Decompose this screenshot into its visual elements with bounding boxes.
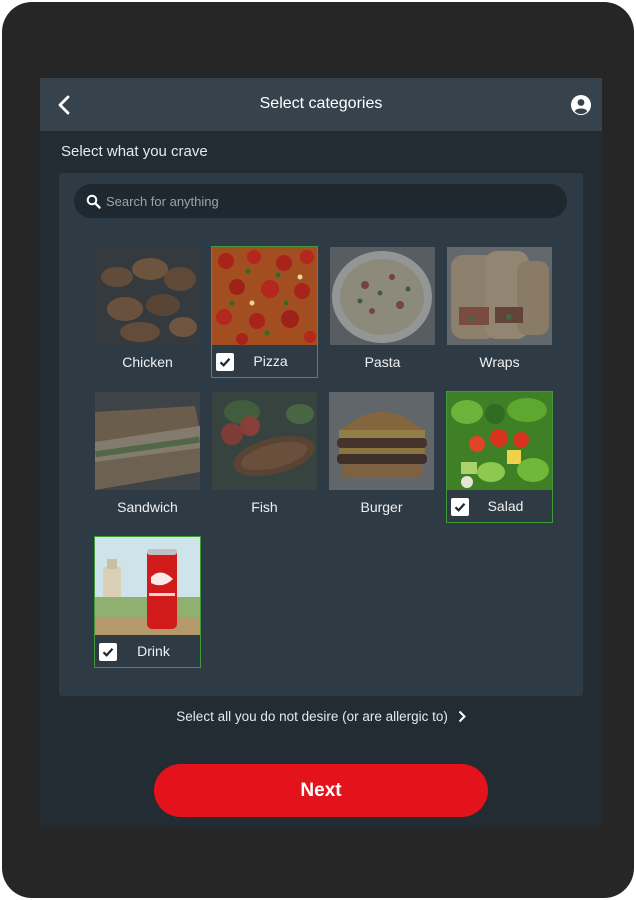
category-tile-wraps[interactable]: Wraps: [447, 247, 552, 377]
crave-prompt: Select what you crave: [61, 143, 208, 160]
category-label: Burger: [360, 499, 403, 515]
category-tile-fish[interactable]: Fish: [212, 392, 317, 522]
category-label: Pizza: [253, 353, 288, 369]
category-label: Drink: [137, 643, 170, 659]
sandwich-image: [95, 392, 200, 490]
category-tile-pizza[interactable]: Pizza: [211, 246, 318, 378]
account-button[interactable]: [570, 94, 592, 116]
search-bar: [74, 184, 567, 218]
category-tile-burger[interactable]: Burger: [329, 392, 434, 522]
chicken-image: [95, 247, 200, 345]
exclude-foods-link[interactable]: Select all you do not desire (or are all…: [40, 709, 602, 724]
category-tile-sandwich[interactable]: Sandwich: [95, 392, 200, 522]
next-button[interactable]: Next: [154, 764, 488, 817]
exclude-link-label: Select all you do not desire (or are all…: [176, 709, 448, 724]
category-tile-drink[interactable]: Drink: [94, 536, 201, 668]
search-input[interactable]: [106, 193, 546, 209]
tablet-frame: Select categories Select what you crave: [2, 2, 634, 898]
page-title: Select categories: [259, 95, 383, 112]
chevron-right-icon: [458, 710, 466, 723]
category-label: Chicken: [122, 354, 173, 370]
category-label: Fish: [251, 499, 278, 515]
category-tile-chicken[interactable]: Chicken: [95, 247, 200, 377]
app-screen: Select categories Select what you crave: [40, 78, 602, 827]
category-tile-pasta[interactable]: Pasta: [330, 247, 435, 377]
pasta-image: [330, 247, 435, 345]
category-label: Salad: [487, 498, 524, 514]
account-circle-icon: [571, 95, 591, 115]
category-label: Sandwich: [117, 499, 178, 515]
salad-image: [447, 392, 552, 490]
app-bar: Select categories: [40, 78, 602, 131]
wraps-image: [447, 247, 552, 345]
category-panel: Chicken: [59, 173, 583, 696]
fish-image: [212, 392, 317, 490]
category-tile-salad[interactable]: Salad: [446, 391, 553, 523]
burger-image: [329, 392, 434, 490]
category-label: Wraps: [479, 354, 520, 370]
category-label: Pasta: [364, 354, 401, 370]
search-icon: [86, 194, 101, 209]
pizza-image: [212, 247, 317, 345]
drink-image: [95, 537, 200, 635]
